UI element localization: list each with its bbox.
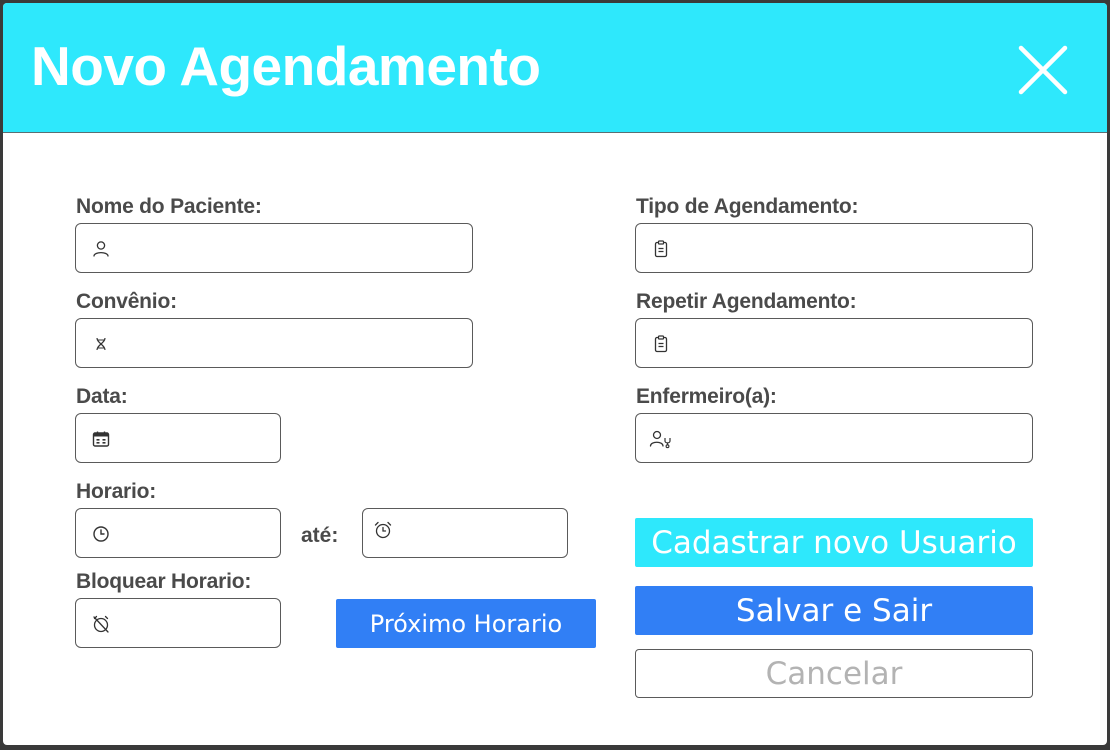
patient-name-field[interactable] (75, 223, 473, 273)
nurse-input[interactable] (680, 424, 1022, 452)
until-label: até: (301, 524, 339, 547)
close-button[interactable] (1011, 38, 1075, 102)
patient-name-label: Nome do Paciente: (76, 195, 262, 218)
nurse-field[interactable] (635, 413, 1033, 463)
close-icon (1018, 45, 1068, 95)
end-time-input[interactable] (407, 519, 557, 547)
alarm-clock-icon (374, 521, 392, 539)
date-input[interactable] (120, 424, 270, 452)
date-field[interactable] (75, 413, 281, 463)
repeat-appointment-label: Repetir Agendamento: (636, 290, 857, 313)
new-appointment-modal: Novo Agendamento Nome do Paciente: Convê… (3, 3, 1107, 745)
block-time-field[interactable] (75, 598, 281, 648)
clipboard-icon (654, 335, 668, 353)
modal-title: Novo Agendamento (31, 35, 541, 97)
end-time-field[interactable] (362, 508, 568, 558)
nurse-label: Enfermeiro(a): (636, 385, 777, 408)
register-new-user-button[interactable]: Cadastrar novo Usuario (635, 518, 1033, 567)
patient-name-input[interactable] (120, 234, 462, 262)
start-time-field[interactable] (75, 508, 281, 558)
insurance-input[interactable] (120, 329, 462, 357)
clipboard-icon (654, 240, 668, 258)
repeat-appointment-input[interactable] (680, 329, 1022, 357)
appointment-type-field[interactable] (635, 223, 1033, 273)
time-label: Horario: (76, 480, 157, 503)
user-stethoscope-icon (649, 430, 671, 449)
alarm-off-icon (93, 615, 109, 633)
next-time-button[interactable]: Próximo Horario (336, 599, 596, 648)
clock-icon (93, 526, 109, 542)
calendar-icon (92, 431, 110, 447)
appointment-type-label: Tipo de Agendamento: (636, 195, 859, 218)
insurance-label: Convênio: (76, 290, 177, 313)
appointment-type-input[interactable] (680, 234, 1022, 262)
user-icon (93, 241, 109, 257)
save-and-exit-button[interactable]: Salvar e Sair (635, 586, 1033, 635)
repeat-appointment-field[interactable] (635, 318, 1033, 368)
cancel-button[interactable]: Cancelar (635, 649, 1033, 698)
dna-icon (96, 337, 106, 351)
block-time-input[interactable] (120, 609, 270, 637)
insurance-field[interactable] (75, 318, 473, 368)
start-time-input[interactable] (120, 519, 270, 547)
date-label: Data: (76, 385, 128, 408)
block-time-label: Bloquear Horario: (76, 570, 252, 593)
modal-header: Novo Agendamento (3, 3, 1107, 133)
